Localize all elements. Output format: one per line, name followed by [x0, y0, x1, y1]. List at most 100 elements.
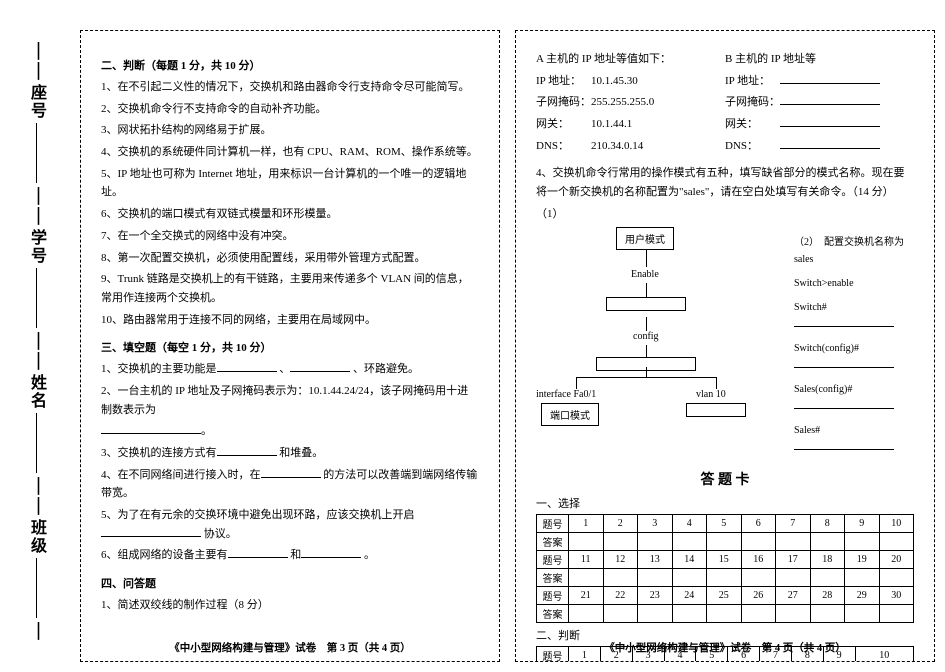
text: 1、交换机的主要功能是	[101, 363, 217, 375]
seat-label: 座号	[24, 84, 48, 120]
flow-vlan-mode	[686, 403, 746, 417]
host-a-ip: IP 地址：10.1.45.30	[536, 72, 725, 91]
class-line	[36, 558, 37, 618]
pages-container: 二、判断（每题 1 分，共 10 分） 1、在不引起二义性的情况下，交换机和路由…	[80, 30, 935, 662]
name-label: 姓名	[24, 374, 48, 410]
q4-content: 用户模式 Enable config interface Fa0/1 vlan …	[536, 227, 914, 463]
blank	[217, 362, 277, 372]
fill-item: 1、交换机的主要功能是 、 、环路避免。	[101, 360, 479, 379]
config-commands: （2） 配置交换机名称为 sales Switch>enable Switch#…	[794, 227, 914, 463]
text: 2、一台主机的 IP 地址及子网掩码表示为：10.1.44.24/24，该子网掩…	[101, 385, 468, 416]
blank	[794, 318, 894, 327]
dash: ︱︱	[26, 41, 46, 81]
text: 、环路避免。	[353, 363, 419, 375]
row-header: 题号	[537, 586, 569, 604]
label: IP 地址：	[536, 72, 591, 91]
flow-line	[576, 377, 716, 378]
row-header: 题号	[537, 550, 569, 568]
text: 5、为了在有元余的交换环境中避免出现环路，应该交换机上开启	[101, 509, 415, 521]
text: 。	[201, 425, 212, 437]
row-header: 答案	[537, 568, 569, 586]
label: 网关：	[725, 115, 780, 134]
section-3-title: 三、填空题（每空 1 分，共 10 分）	[101, 339, 479, 355]
value: 10.1.44.1	[591, 118, 632, 130]
label: IP 地址：	[725, 72, 780, 91]
label: DNS：	[536, 137, 591, 156]
judge-item: 3、网状拓扑结构的网络易于扩展。	[101, 121, 479, 140]
prompt: Switch#	[794, 302, 827, 313]
flow-config-label: config	[633, 331, 659, 342]
select-section-title: 一、选择	[536, 495, 914, 511]
section-2-title: 二、判断（每题 1 分，共 10 分）	[101, 57, 479, 73]
row-header: 答案	[537, 532, 569, 550]
host-a-dns: DNS：210.34.0.14	[536, 137, 725, 156]
blank	[794, 359, 894, 368]
blank	[794, 400, 894, 409]
blank	[780, 139, 880, 149]
flow-if-label: interface Fa0/1	[536, 389, 596, 400]
text: 和	[290, 549, 301, 561]
judge-item: 2、交换机命令行不支持命令的自动补齐功能。	[101, 100, 479, 119]
host-b-mask: 子网掩码：	[725, 93, 914, 112]
judge-item: 6、交换机的端口模式有双链式模量和环形模量。	[101, 205, 479, 224]
blank	[780, 74, 880, 84]
name-line	[36, 413, 37, 473]
fill-item: 6、组成网络的设备主要有 和 。	[101, 546, 479, 565]
host-b-ip: IP 地址：	[725, 72, 914, 91]
text: 6、组成网络的设备主要有	[101, 549, 228, 561]
host-a-gw: 网关：10.1.44.1	[536, 115, 725, 134]
blank	[261, 468, 321, 478]
value: 10.1.45.30	[591, 75, 638, 87]
text: 。	[364, 549, 375, 561]
blank	[101, 527, 201, 537]
flow-line	[646, 249, 647, 267]
label: 子网掩码：	[536, 93, 591, 112]
host-b-dns: DNS：	[725, 137, 914, 156]
text: 3、交换机的连接方式有	[101, 447, 217, 459]
qa-item: 1、简述双绞线的制作过程（8 分）	[101, 596, 479, 615]
text: 4、在不同网络间进行接入时，在	[101, 469, 261, 481]
flow-vlan-label: vlan 10	[696, 389, 726, 400]
table-row: 答案	[537, 532, 914, 550]
table-row: 题号12345678910	[537, 514, 914, 532]
dash: ︱︱	[26, 331, 46, 371]
q4-sub: （1）	[536, 205, 914, 224]
judge-item: 7、在一个全交换式的网络中没有冲突。	[101, 227, 479, 246]
host-a-mask: 子网掩码：255.255.255.0	[536, 93, 725, 112]
table-row: 答案	[537, 568, 914, 586]
row-header: 题号	[537, 514, 569, 532]
cmd-line: Switch(config)#	[794, 340, 914, 374]
table-row: 题号11121314151617181920	[537, 550, 914, 568]
label: 子网掩码：	[725, 93, 780, 112]
blank	[301, 549, 361, 559]
host-a-column: A 主机的 IP 地址等值如下： IP 地址：10.1.45.30 子网掩码：2…	[536, 47, 725, 158]
blank	[228, 549, 288, 559]
dash: ︱	[26, 621, 46, 641]
dash: ︱︱	[26, 476, 46, 516]
flow-enable-label: Enable	[631, 269, 659, 280]
label: 网关：	[536, 115, 591, 134]
class-label: 班级	[24, 519, 48, 555]
fill-item: 4、在不同网络间进行接入时，在 的方法可以改善端到端网络传输带宽。	[101, 466, 479, 503]
seat-line	[36, 123, 37, 183]
student-id-line	[36, 268, 37, 328]
value: 255.255.255.0	[591, 96, 654, 108]
fill-item: 2、一台主机的 IP 地址及子网掩码表示为：10.1.44.24/24，该子网掩…	[101, 382, 479, 419]
text: 协议。	[204, 528, 237, 540]
flow-priv-mode	[606, 297, 686, 311]
flow-line	[716, 377, 717, 389]
binding-margin: ︱︱ 座号 ︱︱ 学号 ︱︱ 姓名 ︱︱ 班级 ︱	[6, 40, 66, 642]
cmd-line: Switch#	[794, 299, 914, 333]
host-b-title: B 主机的 IP 地址等	[725, 50, 914, 69]
select-answer-table: 题号12345678910 答案 题号11121314151617181920 …	[536, 514, 914, 623]
page-4-footer: 《中小型网络构建与管理》试卷 第 4 页（共 4 页）	[516, 640, 934, 655]
flow-line	[646, 317, 647, 331]
judge-item: 8、第一次配置交换机，必须使用配置线，采用带外管理方式配置。	[101, 249, 479, 268]
blank	[217, 446, 277, 456]
flow-port-mode: 端口模式	[541, 403, 599, 426]
host-config-row: A 主机的 IP 地址等值如下： IP 地址：10.1.45.30 子网掩码：2…	[536, 47, 914, 158]
judge-item: 1、在不引起二义性的情况下，交换机和路由器命令行支持命令尽可能简写。	[101, 78, 479, 97]
flow-line	[646, 283, 647, 297]
flow-line	[576, 377, 577, 389]
text: 、	[279, 363, 290, 375]
